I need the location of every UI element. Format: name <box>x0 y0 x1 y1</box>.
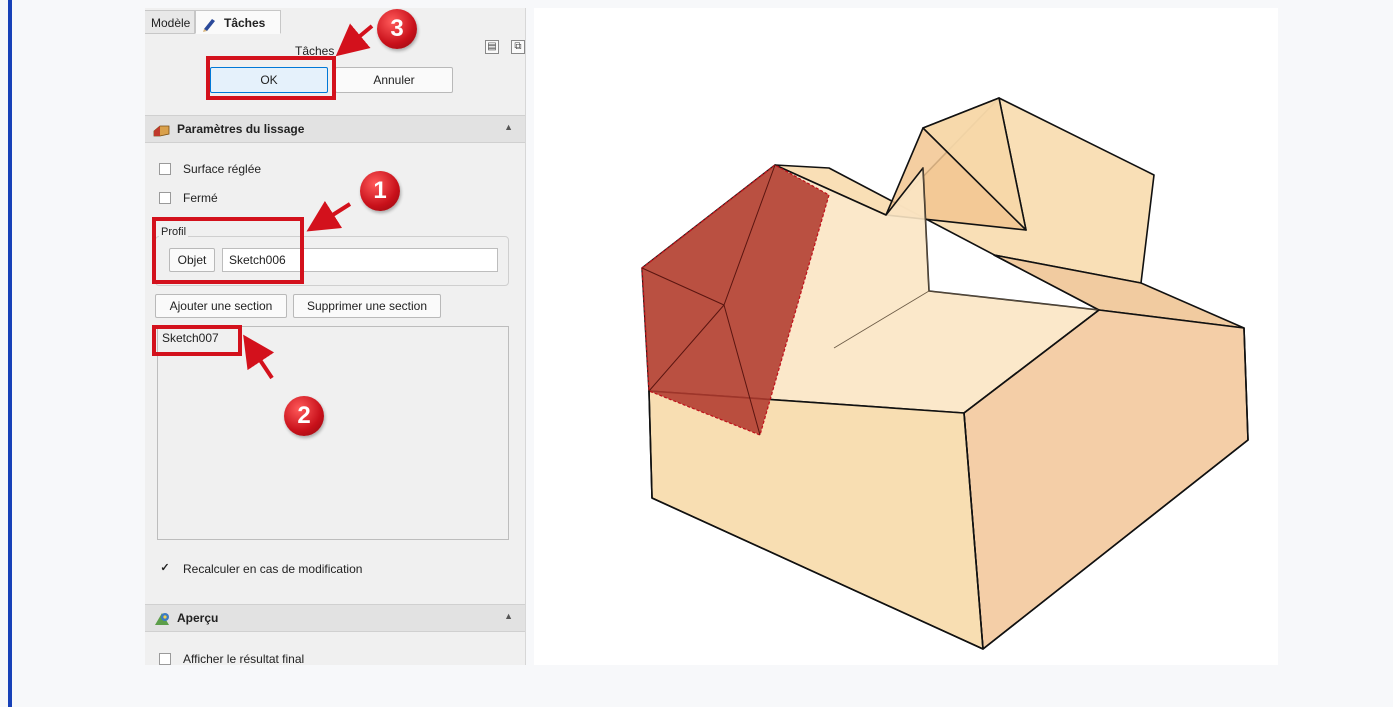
arrow-icon <box>243 23 374 380</box>
